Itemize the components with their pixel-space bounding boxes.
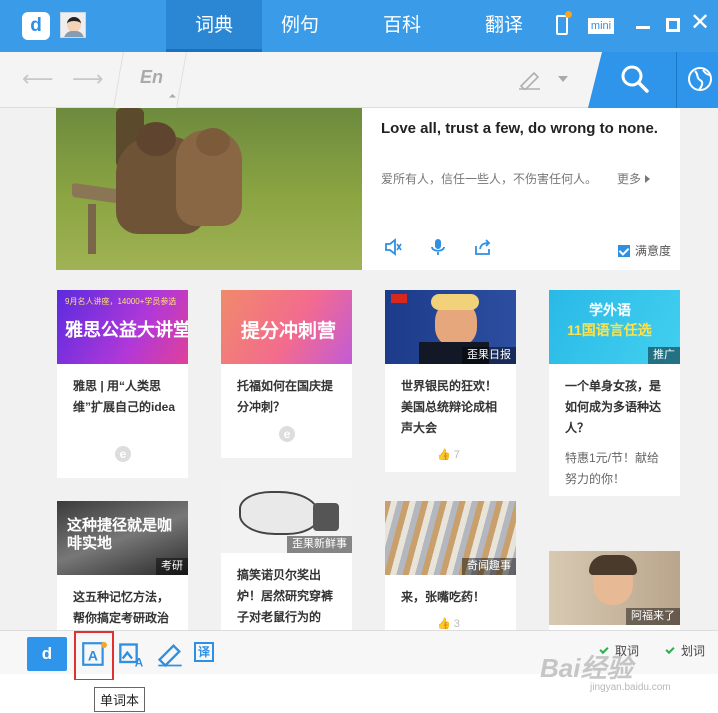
card-subtitle: 特惠1元/节！献给努力的你！	[565, 451, 660, 486]
article-card[interactable]: 奇闻趣事 来，张嘴吃药！ 👍 3	[385, 501, 516, 630]
thumbs-up-icon: 👍	[437, 618, 451, 630]
image-translate-icon[interactable]: A	[118, 641, 146, 669]
minimize-icon[interactable]	[636, 26, 650, 29]
tooltip-wordbook: 单词本	[94, 687, 146, 712]
card-thumb-text: 这种捷径就是咖啡实地	[67, 517, 173, 552]
satisfaction-label: 满意度	[635, 244, 672, 258]
pen-dropdown-icon[interactable]	[558, 76, 568, 82]
card-badge: 考研	[156, 558, 188, 575]
quote-english: Love all, trust a few, do wrong to none.	[381, 120, 658, 137]
card-title[interactable]: 一个单身女孩，是如何成为多语种达人？	[565, 376, 669, 439]
content-area: Love all, trust a few, do wrong to none.…	[0, 108, 718, 630]
language-label[interactable]: En	[140, 67, 163, 88]
globe-icon	[688, 67, 712, 91]
maximize-icon[interactable]	[666, 18, 680, 32]
check-icon	[665, 644, 675, 655]
card-title[interactable]: 雅思 | 用“人类思维”扩展自己的idea	[73, 376, 177, 418]
globe-button[interactable]	[676, 52, 718, 108]
article-card[interactable]: 这种捷径就是咖啡实地 考研 这五种记忆方法，帮你搞定考研政治	[57, 501, 188, 630]
card-badge: 奇闻趣事	[462, 558, 516, 575]
card-badge: 阿福来了	[626, 608, 680, 625]
app-window: d 词典 例句 百科 翻译 mini ✕ ⟵ ⟶ En Love all, tr…	[0, 0, 718, 713]
article-card[interactable]: 歪果日报 世界银民的狂欢！美国总统辩论成相声大会 👍 7	[385, 290, 516, 472]
app-logo-icon[interactable]: d	[22, 12, 50, 40]
article-card[interactable]: 9月名人讲座，14000+学员参选 雅思公益大讲堂 雅思 | 用“人类思维”扩展…	[57, 290, 188, 478]
satisfaction-checkbox[interactable]: 满意度	[618, 242, 671, 259]
thumbs-up-icon: 👍	[437, 449, 451, 461]
phone-icon[interactable]	[556, 11, 572, 35]
share-icon[interactable]	[474, 238, 492, 256]
tab-examples[interactable]: 例句	[252, 0, 348, 52]
title-bar: d 词典 例句 百科 翻译 mini ✕	[0, 0, 718, 52]
checkbox-checked-icon	[618, 245, 630, 257]
bears-photo[interactable]	[56, 108, 362, 270]
like-count[interactable]: 👍 3	[437, 617, 460, 630]
card-thumb-text: 雅思公益大讲堂	[65, 320, 188, 340]
watermark-url: jingyan.baidu.com	[590, 682, 671, 693]
watermark-logo: Bai经验	[540, 653, 633, 683]
like-count[interactable]: 👍 7	[437, 448, 460, 461]
more-link[interactable]: 更多	[617, 170, 650, 187]
article-card[interactable]: 学外语 11国语言任选 推广 一个单身女孩，是如何成为多语种达人？ 特惠1元/节…	[549, 290, 680, 496]
speaker-icon[interactable]	[384, 238, 402, 256]
handwriting-pen-icon[interactable]	[518, 68, 542, 90]
microphone-icon[interactable]	[429, 238, 447, 256]
e-logo-icon: e	[279, 426, 295, 442]
card-badge: 推广	[648, 347, 680, 364]
card-badge: 歪果新鲜事	[287, 536, 352, 553]
quote-chinese: 爱所有人，信任一些人，不伤害任何人。	[381, 172, 598, 186]
card-thumb-text: 提分冲刺营	[241, 321, 337, 342]
close-icon[interactable]: ✕	[690, 11, 710, 35]
avatar[interactable]	[60, 12, 86, 38]
card-title[interactable]: 搞笑诺贝尔奖出炉！居然研究穿裤子对老鼠行为的	[237, 565, 341, 628]
article-card[interactable]: 阿福来了	[549, 551, 680, 630]
svg-text:A: A	[135, 657, 144, 669]
forward-arrow-icon[interactable]: ⟶	[72, 68, 104, 90]
tab-dictionary[interactable]: 词典	[166, 0, 262, 52]
search-icon	[621, 65, 649, 93]
write-icon[interactable]	[156, 641, 184, 669]
card-thumb-text: 11国语言任选	[567, 322, 652, 338]
card-badge: 歪果日报	[462, 347, 516, 364]
article-card[interactable]: 提分冲刺营 托福如何在国庆提分冲刺？ e	[221, 290, 352, 458]
home-logo-button[interactable]: d	[27, 637, 67, 671]
card-title[interactable]: 托福如何在国庆提分冲刺？	[237, 376, 341, 418]
translate-icon[interactable]: 译	[194, 642, 214, 662]
e-logo-icon: e	[115, 446, 131, 462]
daily-quote-card: Love all, trust a few, do wrong to none.…	[56, 108, 680, 270]
article-card[interactable]: 歪果新鲜事 搞笑诺贝尔奖出炉！居然研究穿裤子对老鼠行为的	[221, 479, 352, 630]
tab-encyclopedia[interactable]: 百科	[354, 0, 450, 52]
toggle-select[interactable]: 划词	[665, 642, 705, 659]
highlight-box	[74, 631, 114, 681]
tab-translate[interactable]: 翻译	[456, 0, 552, 52]
mini-mode-button[interactable]: mini	[588, 18, 614, 34]
card-title[interactable]: 来，张嘴吃药！	[401, 587, 505, 608]
card-title[interactable]: 世界银民的狂欢！美国总统辩论成相声大会	[401, 376, 505, 439]
card-title[interactable]: 这五种记忆方法，帮你搞定考研政治	[73, 587, 177, 629]
back-arrow-icon[interactable]: ⟵	[22, 68, 54, 90]
search-input[interactable]	[192, 60, 502, 100]
